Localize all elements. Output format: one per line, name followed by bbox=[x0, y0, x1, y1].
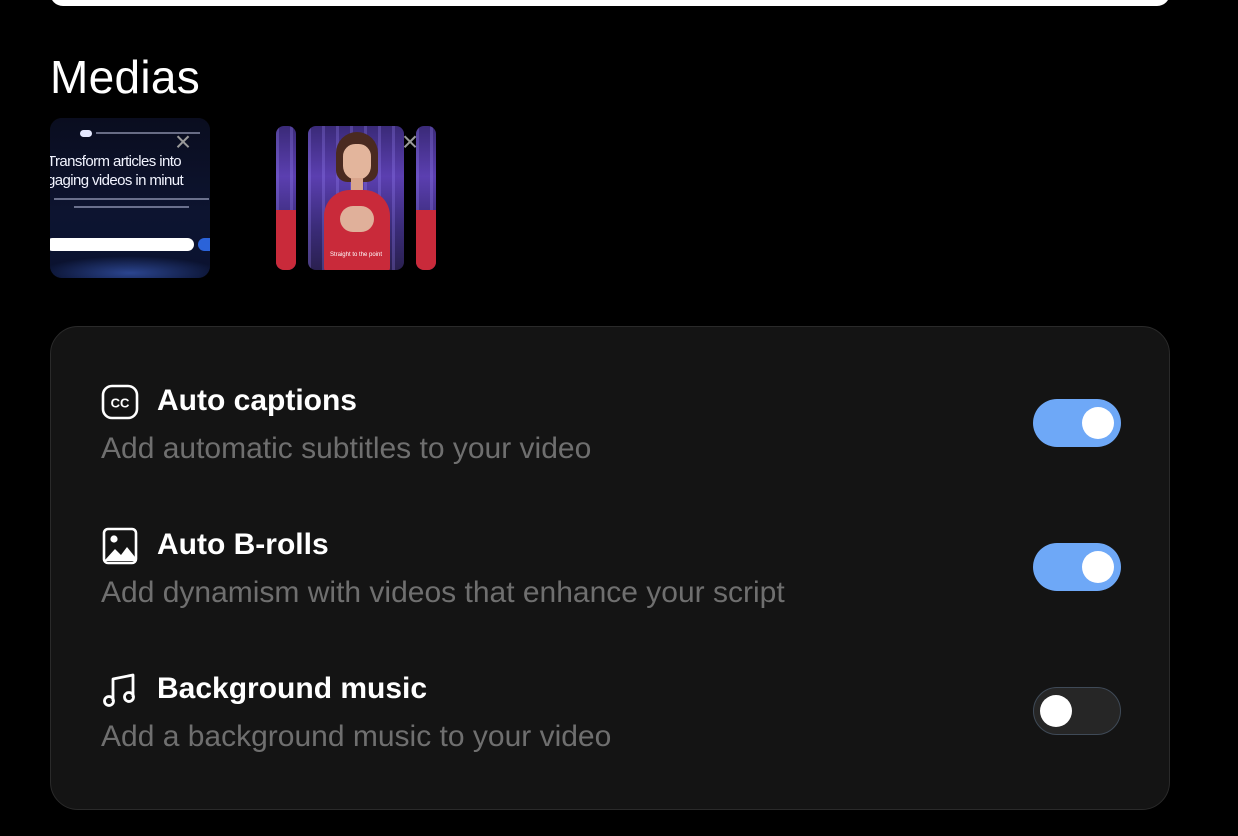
background-music-toggle[interactable] bbox=[1033, 687, 1121, 735]
image-icon bbox=[102, 527, 138, 565]
setting-auto-brolls: Auto B-rolls Add dynamism with videos th… bbox=[101, 527, 1121, 617]
video-caption: Straight to the point bbox=[329, 252, 383, 258]
toggle-knob bbox=[1040, 694, 1072, 727]
top-input-bar[interactable] bbox=[50, 0, 1170, 6]
auto-captions-toggle[interactable] bbox=[1033, 399, 1121, 447]
media-thumbnail-video[interactable]: Straight to the point × bbox=[276, 118, 436, 278]
setting-title: Auto B-rolls bbox=[157, 528, 329, 561]
remove-media-button[interactable]: × bbox=[397, 128, 423, 156]
video-frame-left bbox=[276, 126, 296, 270]
toggle-knob bbox=[1082, 407, 1114, 439]
person-body bbox=[276, 210, 296, 270]
setting-auto-captions: CC Auto captions Add automatic subtitles… bbox=[101, 383, 1121, 473]
setting-title: Background music bbox=[157, 672, 428, 705]
subtext-line bbox=[54, 198, 209, 200]
headline-line-2: gaging videos in minut bbox=[50, 172, 184, 189]
video-frame-center: Straight to the point bbox=[308, 126, 404, 270]
setting-background-music: Background music Add a background music … bbox=[101, 671, 1121, 761]
setting-title: Auto captions bbox=[157, 384, 357, 417]
auto-brolls-toggle[interactable] bbox=[1033, 543, 1121, 591]
thumbnail-headline: Transform articles into gaging videos in… bbox=[50, 152, 210, 190]
presenter-face bbox=[343, 144, 371, 180]
subtext-line bbox=[74, 206, 189, 208]
music-note-icon bbox=[103, 673, 135, 707]
medias-title: Medias bbox=[50, 51, 201, 103]
person-body bbox=[416, 210, 436, 270]
thumbnail-button bbox=[198, 238, 210, 251]
setting-description: Add automatic subtitles to your video bbox=[101, 432, 592, 465]
setting-description: Add dynamism with videos that enhance yo… bbox=[101, 576, 785, 609]
setting-description: Add a background music to your video bbox=[101, 720, 612, 753]
presenter-hands bbox=[340, 206, 374, 232]
media-thumbnail-article[interactable]: Transform articles into gaging videos in… bbox=[50, 118, 210, 278]
logo-pill bbox=[80, 129, 92, 137]
svg-text:CC: CC bbox=[111, 396, 130, 411]
remove-media-button[interactable]: × bbox=[170, 128, 196, 156]
presenter-figure bbox=[322, 128, 392, 270]
toggle-knob bbox=[1082, 551, 1114, 583]
closed-captions-icon: CC bbox=[101, 384, 139, 420]
video-settings-card: CC Auto captions Add automatic subtitles… bbox=[50, 326, 1170, 810]
thumbnail-glow bbox=[50, 256, 210, 278]
thumbnail-input bbox=[50, 238, 194, 251]
thumbnail-subtext bbox=[54, 198, 209, 214]
